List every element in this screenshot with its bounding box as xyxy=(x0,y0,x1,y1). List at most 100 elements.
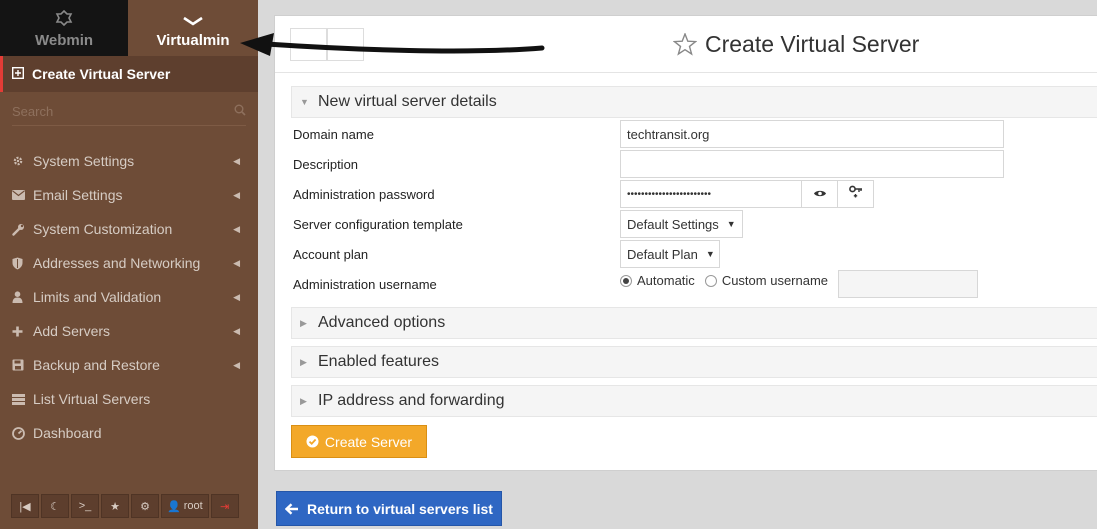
dropdown-arrow-icon: ▼ xyxy=(726,219,736,229)
night-mode-button[interactable]: ☾ xyxy=(41,494,69,518)
sidebar-item-label: List Virtual Servers xyxy=(33,391,151,407)
dashboard-icon xyxy=(12,426,33,440)
sidebar-item-add-servers[interactable]: Add Servers ◀ xyxy=(0,314,258,348)
user-icon: 👤 xyxy=(167,500,181,513)
eye-icon xyxy=(813,185,827,203)
section-title: IP address and forwarding xyxy=(318,392,505,409)
description-input[interactable] xyxy=(620,150,1004,178)
virtualmin-tab-label: Virtualmin xyxy=(156,32,230,49)
page-title: Create Virtual Server xyxy=(672,31,920,58)
logout-icon: ⇥ xyxy=(220,500,230,513)
terminal-button[interactable]: >_ xyxy=(71,494,99,518)
username-automatic-radio[interactable] xyxy=(620,274,632,287)
chevron-left-icon: ◀ xyxy=(233,155,240,166)
admin-password-label: Administration password xyxy=(293,186,435,202)
moon-icon: ☾ xyxy=(50,500,60,513)
webmin-tab-label: Webmin xyxy=(34,32,94,49)
floppy-icon xyxy=(12,359,33,371)
webmin-tab[interactable]: Webmin xyxy=(0,0,128,56)
list-icon xyxy=(12,393,33,405)
sidebar-item-label: Addresses and Networking xyxy=(33,255,201,271)
sidebar-item-backup-restore[interactable]: Backup and Restore ◀ xyxy=(0,348,258,382)
main-panel: Create Virtual Server ▼ New virtual serv… xyxy=(274,15,1097,471)
sidebar-item-list-virtual-servers[interactable]: List Virtual Servers xyxy=(0,382,258,416)
sidebar-item-email-settings[interactable]: Email Settings ◀ xyxy=(0,178,258,212)
theme-settings-button[interactable]: ⚙ xyxy=(131,494,159,518)
section-ip-forwarding[interactable]: ▶ IP address and forwarding xyxy=(291,385,1097,417)
account-plan-label: Account plan xyxy=(293,246,369,262)
sidebar-item-addresses-networking[interactable]: Addresses and Networking ◀ xyxy=(0,246,258,280)
chevron-left-icon: ◀ xyxy=(233,223,240,234)
username-automatic-label: Automatic xyxy=(637,273,695,288)
caret-down-icon: ▼ xyxy=(300,97,309,107)
user-button[interactable]: 👤 root xyxy=(161,494,209,518)
wrench-icon xyxy=(12,223,33,236)
plus-square-icon xyxy=(11,66,32,82)
return-to-list-button[interactable]: Return to virtual servers list xyxy=(276,491,502,526)
sidebar-item-limits-validation[interactable]: Limits and Validation ◀ xyxy=(0,280,258,314)
plus-icon xyxy=(12,326,33,337)
page-title-text: Create Virtual Server xyxy=(705,31,920,57)
sidebar-item-label: Email Settings xyxy=(33,187,123,203)
key-icon xyxy=(848,185,863,203)
first-page-icon: |◀ xyxy=(19,500,31,513)
chevron-left-icon: ◀ xyxy=(233,257,240,268)
webmin-logo-icon xyxy=(55,9,73,27)
envelope-icon xyxy=(12,190,33,200)
chevron-left-icon: ◀ xyxy=(233,291,240,302)
collapse-sidebar-button[interactable]: |◀ xyxy=(11,494,39,518)
section-title: Advanced options xyxy=(318,314,446,331)
chevron-left-icon: ◀ xyxy=(233,325,240,336)
account-plan-value: Default Plan xyxy=(627,246,698,262)
show-password-button[interactable] xyxy=(801,180,838,208)
gear-icon xyxy=(12,155,33,167)
logout-button[interactable]: ⇥ xyxy=(210,494,239,518)
sidebar-item-label: Backup and Restore xyxy=(33,357,160,373)
sidebar-bottom-toolbar: |◀ ☾ >_ ★ ⚙ 👤 root ⇥ xyxy=(11,494,239,518)
generate-password-button[interactable] xyxy=(837,180,874,208)
caret-right-icon: ▶ xyxy=(300,395,307,406)
section-advanced-options[interactable]: ▶ Advanced options xyxy=(291,307,1097,339)
sidebar-item-label: Create Virtual Server xyxy=(32,66,171,82)
sidebar-item-label: System Settings xyxy=(33,153,135,169)
favorites-button[interactable]: ★ xyxy=(101,494,129,518)
return-label: Return to virtual servers list xyxy=(307,500,493,517)
sidebar-item-label: Dashboard xyxy=(33,425,102,441)
sidebar-item-system-customization[interactable]: System Customization ◀ xyxy=(0,212,258,246)
username-custom-label: Custom username xyxy=(721,273,829,288)
sidebar-item-create-virtual-server[interactable]: Create Virtual Server xyxy=(0,56,258,92)
user-icon xyxy=(12,291,33,303)
create-server-button[interactable]: Create Server xyxy=(291,425,427,458)
terminal-icon: >_ xyxy=(78,500,92,512)
section-enabled-features[interactable]: ▶ Enabled features xyxy=(291,346,1097,378)
chevron-left-icon: ◀ xyxy=(233,359,240,370)
caret-right-icon: ▶ xyxy=(300,317,307,328)
template-select-value: Default Settings xyxy=(627,216,719,232)
admin-password-input[interactable]: •••••••••••••••••••••••• xyxy=(620,180,802,208)
sidebar-item-label: System Customization xyxy=(33,221,173,237)
domain-name-input[interactable]: techtransit.org xyxy=(620,120,1004,148)
sidebar-item-system-settings[interactable]: System Settings ◀ xyxy=(0,144,258,178)
check-circle-icon xyxy=(306,435,319,448)
sidebar-search[interactable]: Search xyxy=(12,98,246,126)
sidebar-menu: System Settings ◀ Email Settings ◀ Syste… xyxy=(0,144,258,450)
account-plan-select[interactable]: Default Plan ▼ xyxy=(620,240,720,268)
caret-right-icon: ▶ xyxy=(300,356,307,367)
star-icon: ★ xyxy=(110,500,120,513)
annotation-arrow xyxy=(240,33,545,56)
star-outline-icon[interactable] xyxy=(672,32,698,56)
search-input[interactable]: Search xyxy=(12,104,53,119)
sidebar-item-dashboard[interactable]: Dashboard xyxy=(0,416,258,450)
description-label: Description xyxy=(293,156,359,172)
username-custom-radio[interactable] xyxy=(704,274,717,287)
template-label: Server configuration template xyxy=(293,216,463,232)
template-select[interactable]: Default Settings ▼ xyxy=(620,210,743,238)
product-switcher: Webmin Virtualmin xyxy=(0,0,258,56)
domain-name-label: Domain name xyxy=(293,126,374,142)
shield-icon xyxy=(12,257,33,270)
section-title: New virtual server details xyxy=(318,93,497,110)
dropdown-arrow-icon: ▼ xyxy=(705,249,715,259)
custom-username-input[interactable] xyxy=(838,270,978,298)
section-new-server-details[interactable]: ▼ New virtual server details xyxy=(291,86,1097,118)
username-radio-group: Automatic Custom username xyxy=(620,273,828,288)
